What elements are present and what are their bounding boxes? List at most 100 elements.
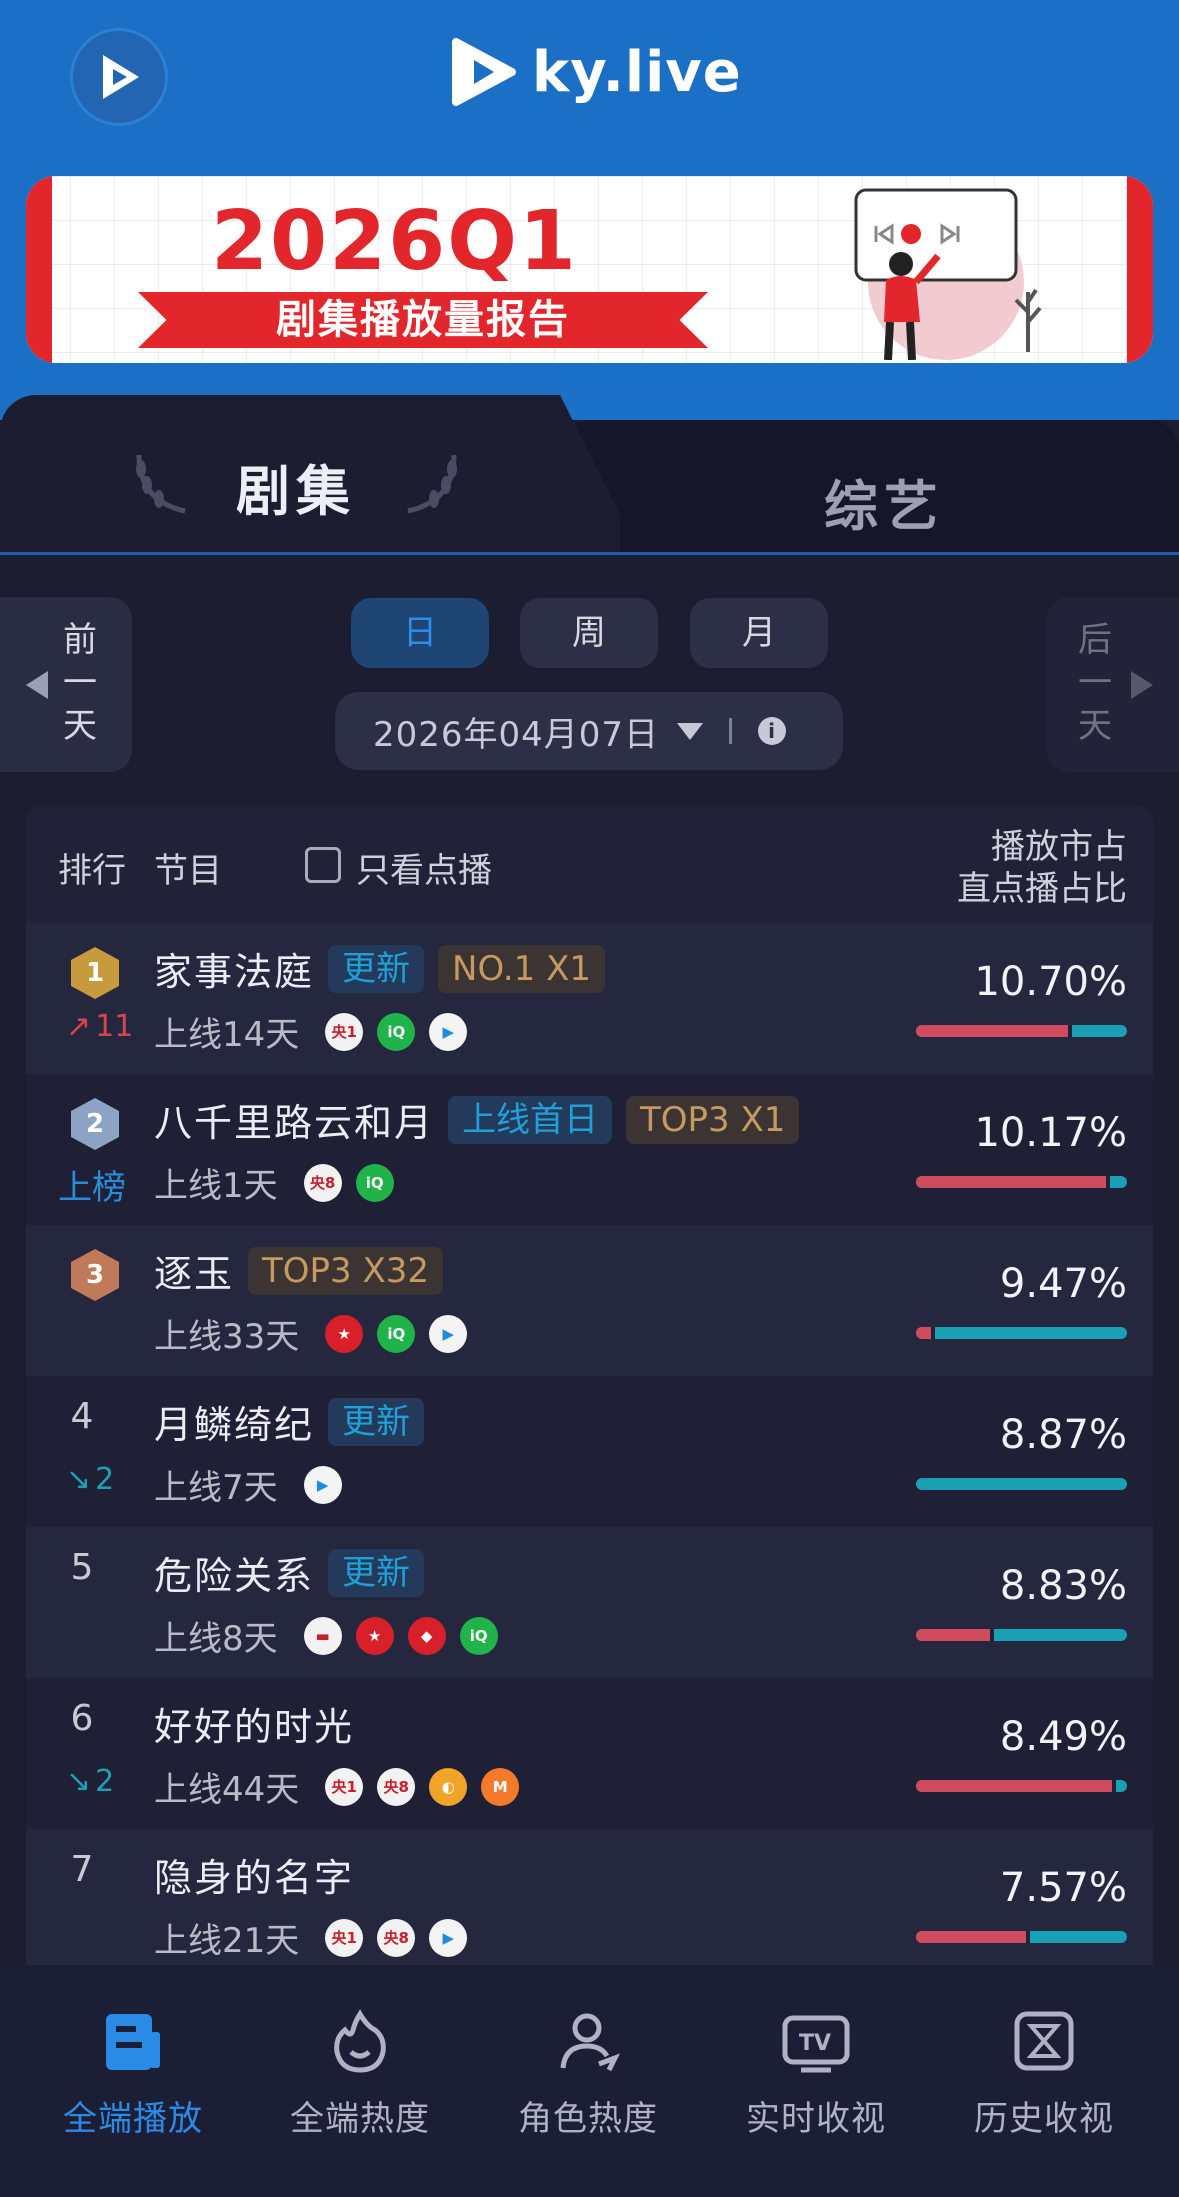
rank-number: 4 (70, 1396, 94, 1437)
ranking-list: 排行 节目 只看点播 播放市占 直点播占比 1 ↗ 11 家事法庭 更新 NO.1 X1 上… (26, 805, 1153, 1965)
prev-day-button[interactable]: 前一天 (0, 597, 132, 772)
arrow-down-icon: ↘ (66, 1764, 92, 1799)
program-name[interactable]: 逐玉 (154, 1243, 234, 1298)
rank-change-value: 11 (95, 1009, 134, 1044)
live-ratio-segment (916, 1176, 1106, 1188)
online-days: 上线33天 (154, 1317, 300, 1357)
live-vod-ratio-bar (916, 1931, 1127, 1943)
platform-央1-icon: 央1 (325, 1767, 364, 1806)
next-day-button[interactable]: 后一天 (1047, 597, 1179, 772)
program-title-line: 家事法庭 更新 NO.1 X1 (154, 941, 606, 996)
program-name[interactable]: 家事法庭 (154, 941, 314, 996)
rank-medal-icon: 1 (71, 947, 119, 999)
platform-tencent-icon: ▶ (429, 1012, 468, 1051)
live-ratio-segment (916, 1327, 931, 1339)
platform-iqiyi-icon: iQ (377, 1314, 416, 1353)
platform-tencent-icon: ▶ (429, 1314, 468, 1353)
platform-iqiyi-icon: iQ (377, 1012, 416, 1051)
program-name[interactable]: 月鳞绮纪 (154, 1394, 314, 1449)
table-row[interactable]: 1 ↗ 11 家事法庭 更新 NO.1 X1 上线14天 央1 iQ ▶ 10.70% (26, 923, 1153, 1074)
list-header: 排行 节目 只看点播 播放市占 直点播占比 (26, 805, 1153, 923)
live-ratio-segment (916, 1629, 990, 1641)
laurel-right-icon (407, 454, 457, 514)
play-logo-icon (103, 55, 139, 99)
nav-history-rating-label: 历史收视 (974, 2099, 1114, 2139)
program-name[interactable]: 隐身的名字 (154, 1847, 354, 1902)
platform-mango-icon: M (481, 1767, 520, 1806)
period-day-button[interactable]: 日 (351, 598, 489, 668)
rank-change: ↗ 11 (66, 1009, 133, 1044)
program-meta: 上线44天 央1 央8 ◐ M (154, 1762, 520, 1811)
program-title-line: 八千里路云和月 上线首日 TOP3 X1 (154, 1092, 800, 1147)
laurel-left-icon (136, 454, 186, 514)
program-name[interactable]: 危险关系 (154, 1545, 314, 1600)
program-meta: 上线8天 ▬ ★ ◆ iQ (154, 1611, 498, 1660)
platform-央8-icon: 央8 (303, 1163, 342, 1202)
tab-drama[interactable]: 剧集 (0, 395, 620, 555)
platform-youku-icon: ▶ (303, 1465, 342, 1504)
market-share: 8.87% (999, 1412, 1127, 1458)
online-days: 上线44天 (154, 1770, 300, 1810)
arrow-right-icon (1131, 671, 1153, 699)
period-week-button[interactable]: 周 (520, 598, 658, 668)
program-title-line: 逐玉 TOP3 X32 (154, 1243, 444, 1298)
platform-dragon-icon: ★ (325, 1314, 364, 1353)
divider (729, 718, 733, 744)
tab-variety[interactable]: 综艺 (560, 420, 1179, 555)
program-title-line: 隐身的名字 (154, 1847, 354, 1902)
nav-role-heat[interactable]: 角色热度 (488, 2005, 688, 2140)
platform-央8-icon: 央8 (377, 1767, 416, 1806)
rank-change-value: 2 (95, 1462, 115, 1497)
platform-央8-icon: 央8 (377, 1918, 416, 1957)
rank-medal-icon: 3 (71, 1249, 119, 1301)
category-tabs: 综艺 剧集 (0, 395, 1179, 555)
bar-gap (989, 1629, 994, 1641)
bar-gap (1105, 1176, 1110, 1188)
tv-icon: TV (780, 2005, 852, 2077)
program-tag: TOP3 X1 (626, 1095, 800, 1144)
rank-medal-icon: 2 (71, 1098, 119, 1150)
live-vod-ratio-bar (916, 1327, 1127, 1339)
nav-realtime-rating[interactable]: TV 实时收视 (716, 2005, 916, 2140)
date-picker[interactable]: 2026年04月07日 i (335, 692, 843, 770)
program-tag: 更新 (328, 1397, 425, 1446)
nav-role-heat-label: 角色热度 (518, 2099, 658, 2139)
live-vod-ratio-bar (916, 1780, 1127, 1792)
table-row[interactable]: 6 ↘ 2 好好的时光 上线44天 央1 央8 ◐ M 8.49% (26, 1678, 1153, 1829)
svg-text:TV: TV (799, 2031, 831, 2056)
table-row[interactable]: 4 ↘ 2 月鳞绮纪 更新 上线7天 ▶ 8.87% (26, 1376, 1153, 1527)
table-row[interactable]: 3 逐玉 TOP3 X32 上线33天 ★ iQ ▶ 9.47% (26, 1225, 1153, 1376)
program-name[interactable]: 好好的时光 (154, 1696, 354, 1751)
online-days: 上线14天 (154, 1015, 300, 1055)
report-banner[interactable]: 2026Q1 剧集播放量报告 (26, 176, 1153, 363)
program-meta: 上线1天 央8 iQ (154, 1158, 394, 1207)
platform-jiangsu-icon: ◆ (407, 1616, 446, 1655)
vod-only-checkbox[interactable] (305, 847, 341, 883)
app-logo-button[interactable] (70, 28, 168, 126)
arrow-down-icon: ↘ (66, 1462, 92, 1497)
bar-gap (1067, 1025, 1072, 1037)
bar-gap (930, 1327, 935, 1339)
info-icon[interactable]: i (758, 717, 787, 745)
banner-edge (26, 176, 52, 363)
nav-all-play[interactable]: 全端播放 (33, 2005, 233, 2140)
platform-iqiyi-icon: iQ (355, 1163, 394, 1202)
online-days: 上线8天 (154, 1619, 278, 1659)
period-month-button[interactable]: 月 (690, 598, 828, 668)
program-name[interactable]: 八千里路云和月 (154, 1092, 434, 1147)
dropdown-icon (677, 722, 704, 740)
market-share: 10.70% (974, 959, 1127, 1005)
brand-logo-icon (452, 38, 516, 106)
table-row[interactable]: 2 上榜 八千里路云和月 上线首日 TOP3 X1 上线1天 央8 iQ 10.17% (26, 1074, 1153, 1225)
next-day-label: 后一天 (1078, 620, 1112, 746)
rank-number: 5 (70, 1547, 94, 1588)
nav-all-heat-label: 全端热度 (290, 2099, 430, 2139)
table-row[interactable]: 7 隐身的名字 上线21天 央1 央8 ▶ 7.57% (26, 1829, 1153, 1965)
vod-only-label[interactable]: 只看点播 (356, 843, 492, 892)
nav-all-heat[interactable]: 全端热度 (260, 2005, 460, 2140)
current-date: 2026年04月07日 (373, 714, 660, 755)
live-vod-ratio-bar (916, 1025, 1127, 1037)
table-row[interactable]: 5 危险关系 更新 上线8天 ▬ ★ ◆ iQ 8.83% (26, 1527, 1153, 1678)
nav-history-rating[interactable]: 历史收视 (944, 2005, 1144, 2140)
rank-header: 排行 (58, 851, 126, 891)
